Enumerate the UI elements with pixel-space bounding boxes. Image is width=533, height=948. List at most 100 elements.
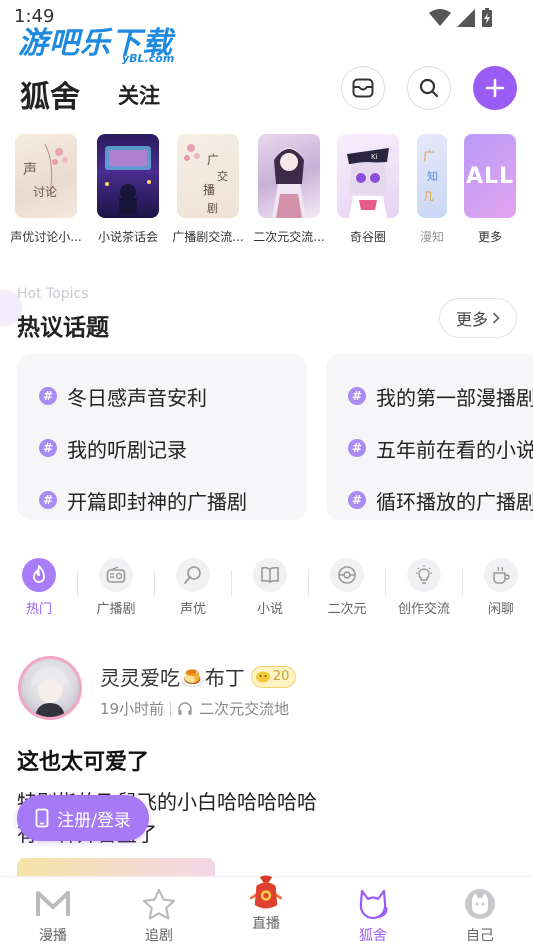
pokeball-icon (338, 566, 356, 584)
topic-label: 五年前在看的小说 (376, 437, 533, 462)
tab-acg[interactable]: 二次元 (312, 558, 382, 617)
category-icon-wrap (484, 558, 518, 592)
topic-card: # 我的第一部漫播剧 # 五年前在看的小说 # 循环播放的广播剧 (326, 354, 533, 520)
category-icon-wrap (330, 558, 364, 592)
divider (231, 570, 232, 596)
circle-item-voice-actor[interactable]: 声讨论 声优讨论小... (8, 134, 84, 245)
nav-item-manbo[interactable]: 漫播 (0, 885, 106, 945)
nav-label: 自己 (466, 928, 494, 944)
post-time: 19小时前 (100, 700, 165, 718)
messages-button[interactable] (341, 66, 385, 110)
nav-label: 漫播 (39, 928, 67, 944)
svg-text:几: 几 (423, 190, 434, 203)
battery-icon (482, 8, 492, 27)
nav-item-live[interactable]: 直播 (213, 875, 319, 933)
category-label: 小说 (256, 602, 283, 617)
tab-radio-drama[interactable]: 广播剧 (81, 558, 151, 617)
tab-follow[interactable]: 关注 (118, 80, 160, 110)
category-icon-wrap (407, 558, 441, 592)
category-label: 广播剧 (96, 602, 136, 617)
circle-label: 二次元交流... (253, 230, 325, 244)
hashtag-icon: # (348, 439, 366, 457)
topic-item[interactable]: # 五年前在看的小说 (348, 422, 533, 474)
tab-creation[interactable]: 创作交流 (389, 558, 459, 617)
category-label: 热门 (25, 602, 52, 617)
circle-item-more[interactable]: ALL 更多 (452, 134, 528, 245)
category-label: 创作交流 (397, 602, 450, 617)
nav-item-follow-drama[interactable]: 追剧 (106, 885, 212, 945)
divider (462, 570, 463, 596)
topic-item[interactable]: # 冬日感声音安利 (39, 370, 307, 422)
post-circle-name[interactable]: 二次元交流地 (199, 698, 289, 719)
circle-label: 小说茶话会 (97, 230, 158, 244)
topic-item[interactable]: # 我的第一部漫播剧 (348, 370, 533, 422)
hot-topics-more-button[interactable]: 更多 (439, 298, 517, 338)
signal-icon (457, 9, 475, 27)
hot-topics-title-en: Hot Topics (17, 286, 89, 302)
create-post-button[interactable] (473, 66, 517, 110)
svg-text:广: 广 (423, 149, 435, 163)
live-bag-icon (249, 875, 283, 909)
chevron-right-icon (492, 312, 500, 324)
circle-item-novel[interactable]: 小说茶话会 (90, 134, 166, 245)
category-label: 闲聊 (487, 602, 514, 617)
mail-icon (352, 78, 374, 98)
topic-item[interactable]: # 开篇即封神的广播剧 (39, 474, 307, 520)
hashtag-icon: # (39, 491, 57, 509)
topic-label: 循环播放的广播剧 (376, 489, 533, 514)
radio-icon (106, 566, 126, 583)
svg-text:知: 知 (427, 169, 438, 183)
nav-item-profile[interactable]: 自己 (427, 885, 533, 945)
search-button[interactable] (407, 66, 451, 110)
divider (170, 701, 172, 716)
circle-thumbnail: 广知几 (417, 134, 447, 218)
author-name: 灵灵爱吃🍮布丁 (100, 666, 245, 690)
microphone-icon (184, 566, 201, 584)
circle-thumbnail (258, 134, 320, 218)
avatar[interactable] (18, 656, 82, 720)
phone-icon (35, 808, 49, 828)
circle-label: 奇谷圈 (349, 230, 386, 244)
svg-text:广: 广 (207, 153, 219, 167)
fox-icon (359, 889, 388, 920)
topic-label: 我的听剧记录 (67, 437, 187, 462)
post-author[interactable]: 灵灵爱吃🍮布丁 20 (100, 662, 297, 691)
circle-label: 广播剧交流... (172, 230, 244, 244)
circle-label: 声优讨论小... (10, 230, 82, 244)
svg-text:讨论: 讨论 (33, 185, 57, 199)
svg-text:Ki: Ki (371, 153, 378, 161)
circle-thumbnail: Ki (337, 134, 399, 218)
circle-item-qigu[interactable]: Ki 奇谷圈 (330, 134, 406, 245)
nav-item-foxden[interactable]: 狐舍 (320, 885, 426, 945)
topic-item[interactable]: # 循环播放的广播剧 (348, 474, 533, 520)
register-login-button[interactable]: 注册/登录 (17, 795, 149, 841)
svg-text:交: 交 (217, 169, 228, 183)
circle-thumbnail (97, 134, 159, 218)
tab-chat[interactable]: 闲聊 (466, 558, 533, 617)
headphones-icon (178, 701, 192, 715)
circle-item-acg[interactable]: 二次元交流... (251, 134, 327, 245)
hashtag-icon: # (39, 439, 57, 457)
tab-voice-actor[interactable]: 声优 (158, 558, 228, 617)
category-label: 声优 (179, 602, 206, 617)
tab-foxden[interactable]: 狐舍 (20, 72, 80, 116)
hashtag-icon: # (39, 387, 57, 405)
tab-novel[interactable]: 小说 (235, 558, 305, 617)
post-meta: 19小时前 二次元交流地 (100, 698, 289, 719)
circle-thumbnail: 声讨论 (15, 134, 77, 218)
circle-item-radio-drama[interactable]: 广交播剧 广播剧交流... (170, 134, 246, 245)
flame-icon (33, 565, 45, 583)
topic-item[interactable]: # 我的听剧记录 (39, 422, 307, 474)
post-title: 这也太可爱了 (17, 750, 150, 775)
category-tabs: 热门 广播剧 声优 小说 二次元 创作交流 闲聊 (0, 558, 533, 622)
circle-thumbnail: ALL (464, 134, 516, 218)
svg-text:剧: 剧 (207, 202, 218, 215)
hot-topics-title: 热议话题 (17, 315, 109, 341)
circle-thumbnail: 广交播剧 (177, 134, 239, 218)
circle-item-manzhi[interactable]: 广知几 漫知 (408, 134, 456, 245)
nav-label: 狐舍 (359, 928, 387, 944)
tab-hot[interactable]: 热门 (4, 558, 74, 617)
topic-card: # 冬日感声音安利 # 我的听剧记录 # 开篇即封神的广播剧 (17, 354, 307, 520)
category-icon-wrap (22, 558, 56, 592)
wifi-icon (429, 9, 451, 26)
